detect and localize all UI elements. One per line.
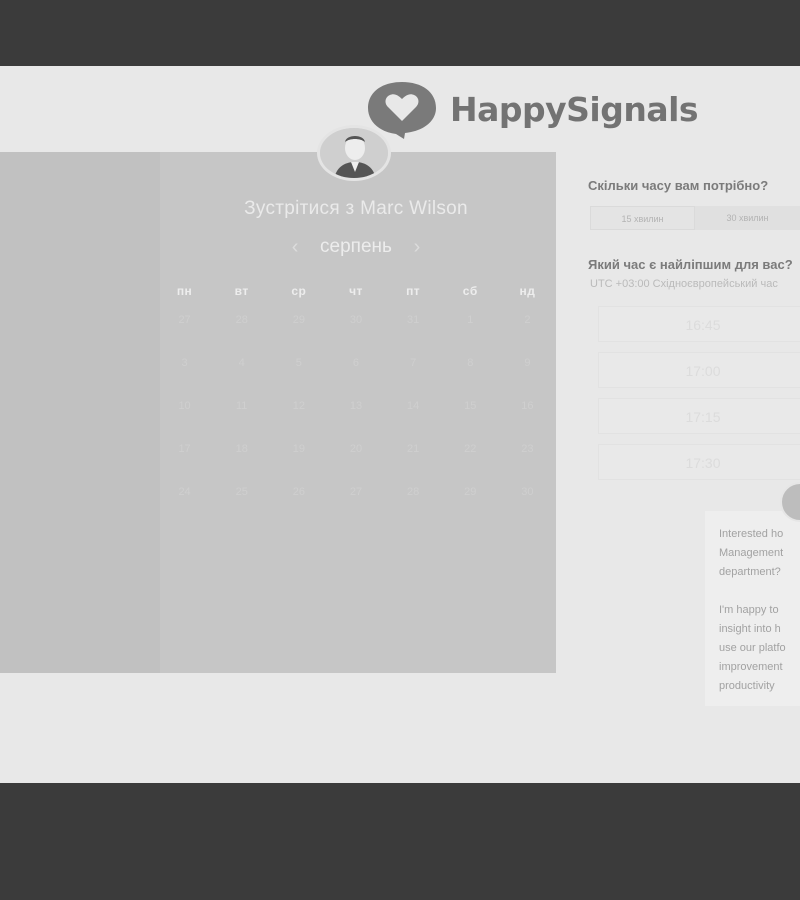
chat-line: use our platfo: [719, 642, 786, 654]
chat-line: I'm happy to: [719, 604, 779, 616]
calendar-day[interactable]: 28: [385, 486, 442, 498]
calendar-week-row: 10 11 12 13 14 15 16: [156, 384, 556, 427]
calendar-day[interactable]: 29: [270, 314, 327, 326]
brand-name: HappySignals: [450, 89, 699, 129]
calendar-day[interactable]: 15: [442, 400, 499, 412]
chat-line: Interested ho: [719, 528, 784, 540]
calendar-day[interactable]: 16: [499, 400, 556, 412]
month-label: серпень: [320, 236, 392, 257]
weekday-label: чт: [349, 284, 363, 298]
calendar-day[interactable]: 17: [156, 443, 213, 455]
calendar-day[interactable]: 23: [499, 443, 556, 455]
calendar-day[interactable]: 8: [442, 357, 499, 369]
calendar-day[interactable]: 27: [327, 486, 384, 498]
calendar-day[interactable]: 25: [213, 486, 270, 498]
time-question: Який час є найліпшим для вас?: [588, 257, 793, 272]
calendar-week-row: 27 28 29 30 31 1 2: [156, 298, 556, 341]
chat-message-bubble[interactable]: Interested ho Management department? I'm…: [705, 511, 800, 706]
calendar-day[interactable]: 27: [156, 314, 213, 326]
duration-option-15[interactable]: 15 хвилин: [590, 206, 695, 230]
chat-line: improvement: [719, 661, 783, 673]
calendar-day[interactable]: 5: [270, 357, 327, 369]
calendar-day[interactable]: 29: [442, 486, 499, 498]
calendar-day[interactable]: 10: [156, 400, 213, 412]
calendar-day[interactable]: 20: [327, 443, 384, 455]
weekday-label: сб: [462, 284, 478, 298]
calendar-day[interactable]: 7: [385, 357, 442, 369]
calendar-week-row: 3456789: [156, 341, 556, 384]
weekday-label: ср: [291, 284, 307, 298]
month-navigator: ‹ серпень ›: [276, 234, 436, 260]
duration-selector: 15 хвилин 30 хвилин: [590, 206, 800, 230]
calendar-grid: 27 28 29 30 31 1 2 3 4 5 6 7 8 9 10 11 12 13 14 15 16 17 18 19 2…: [156, 298, 556, 513]
left-strip: [0, 152, 160, 673]
chevron-left-icon[interactable]: ‹: [284, 236, 306, 259]
weekday-label: нд: [519, 284, 536, 298]
calendar-day[interactable]: 3: [156, 357, 213, 369]
calendar-day[interactable]: 18: [213, 443, 270, 455]
time-slot[interactable]: 17:30: [598, 444, 800, 480]
chat-line: productivity: [719, 680, 775, 692]
calendar-day[interactable]: 30: [499, 486, 556, 498]
calendar-day[interactable]: 1: [442, 314, 499, 326]
timezone-label[interactable]: UTC +03:00 Східноєвропейський час: [590, 278, 778, 290]
calendar-day[interactable]: 9: [499, 357, 556, 369]
calendar-day[interactable]: 30: [327, 314, 384, 326]
calendar-week-row: 24 25 26 27 28 29 30: [156, 470, 556, 513]
person-avatar-icon: [320, 128, 388, 178]
time-slot[interactable]: 16:45: [598, 306, 800, 342]
calendar-day[interactable]: 21: [385, 443, 442, 455]
calendar-day[interactable]: 12: [270, 400, 327, 412]
calendar-day[interactable]: 31: [385, 314, 442, 326]
calendar-day[interactable]: 2: [499, 314, 556, 326]
weekday-label: пн: [176, 284, 193, 298]
calendar-day[interactable]: 14: [385, 400, 442, 412]
booking-page: HappySignals Зустрітися з Marc Wilson ‹ …: [0, 66, 800, 783]
time-slot[interactable]: 17:15: [598, 398, 800, 434]
host-avatar: [317, 125, 391, 181]
calendar-week-row: 17 18 19 20 21 22 23: [156, 427, 556, 470]
time-slot[interactable]: 17:00: [598, 352, 800, 388]
duration-question: Скільки часу вам потрібно?: [588, 178, 769, 193]
calendar-day[interactable]: 4: [213, 357, 270, 369]
calendar-day[interactable]: 6: [327, 357, 384, 369]
chevron-right-icon[interactable]: ›: [406, 236, 428, 259]
meeting-title: Зустрітися з Marc Wilson: [244, 198, 468, 219]
chat-line: department?: [719, 566, 781, 578]
calendar-day[interactable]: 13: [327, 400, 384, 412]
weekday-label: вт: [234, 284, 249, 298]
calendar-day[interactable]: 26: [270, 486, 327, 498]
chat-line: insight into h: [719, 623, 781, 635]
calendar-day[interactable]: 22: [442, 443, 499, 455]
calendar-day[interactable]: 24: [156, 486, 213, 498]
weekday-label: пт: [406, 284, 421, 298]
weekday-header: пн вт ср чт пт сб нд: [156, 284, 556, 298]
chat-line: Management: [719, 547, 784, 559]
duration-option-30[interactable]: 30 хвилин: [695, 206, 800, 230]
calendar-day[interactable]: 19: [270, 443, 327, 455]
brand-logo: HappySignals: [364, 78, 699, 140]
calendar-day[interactable]: 28: [213, 314, 270, 326]
calendar-day[interactable]: 11: [213, 400, 270, 412]
